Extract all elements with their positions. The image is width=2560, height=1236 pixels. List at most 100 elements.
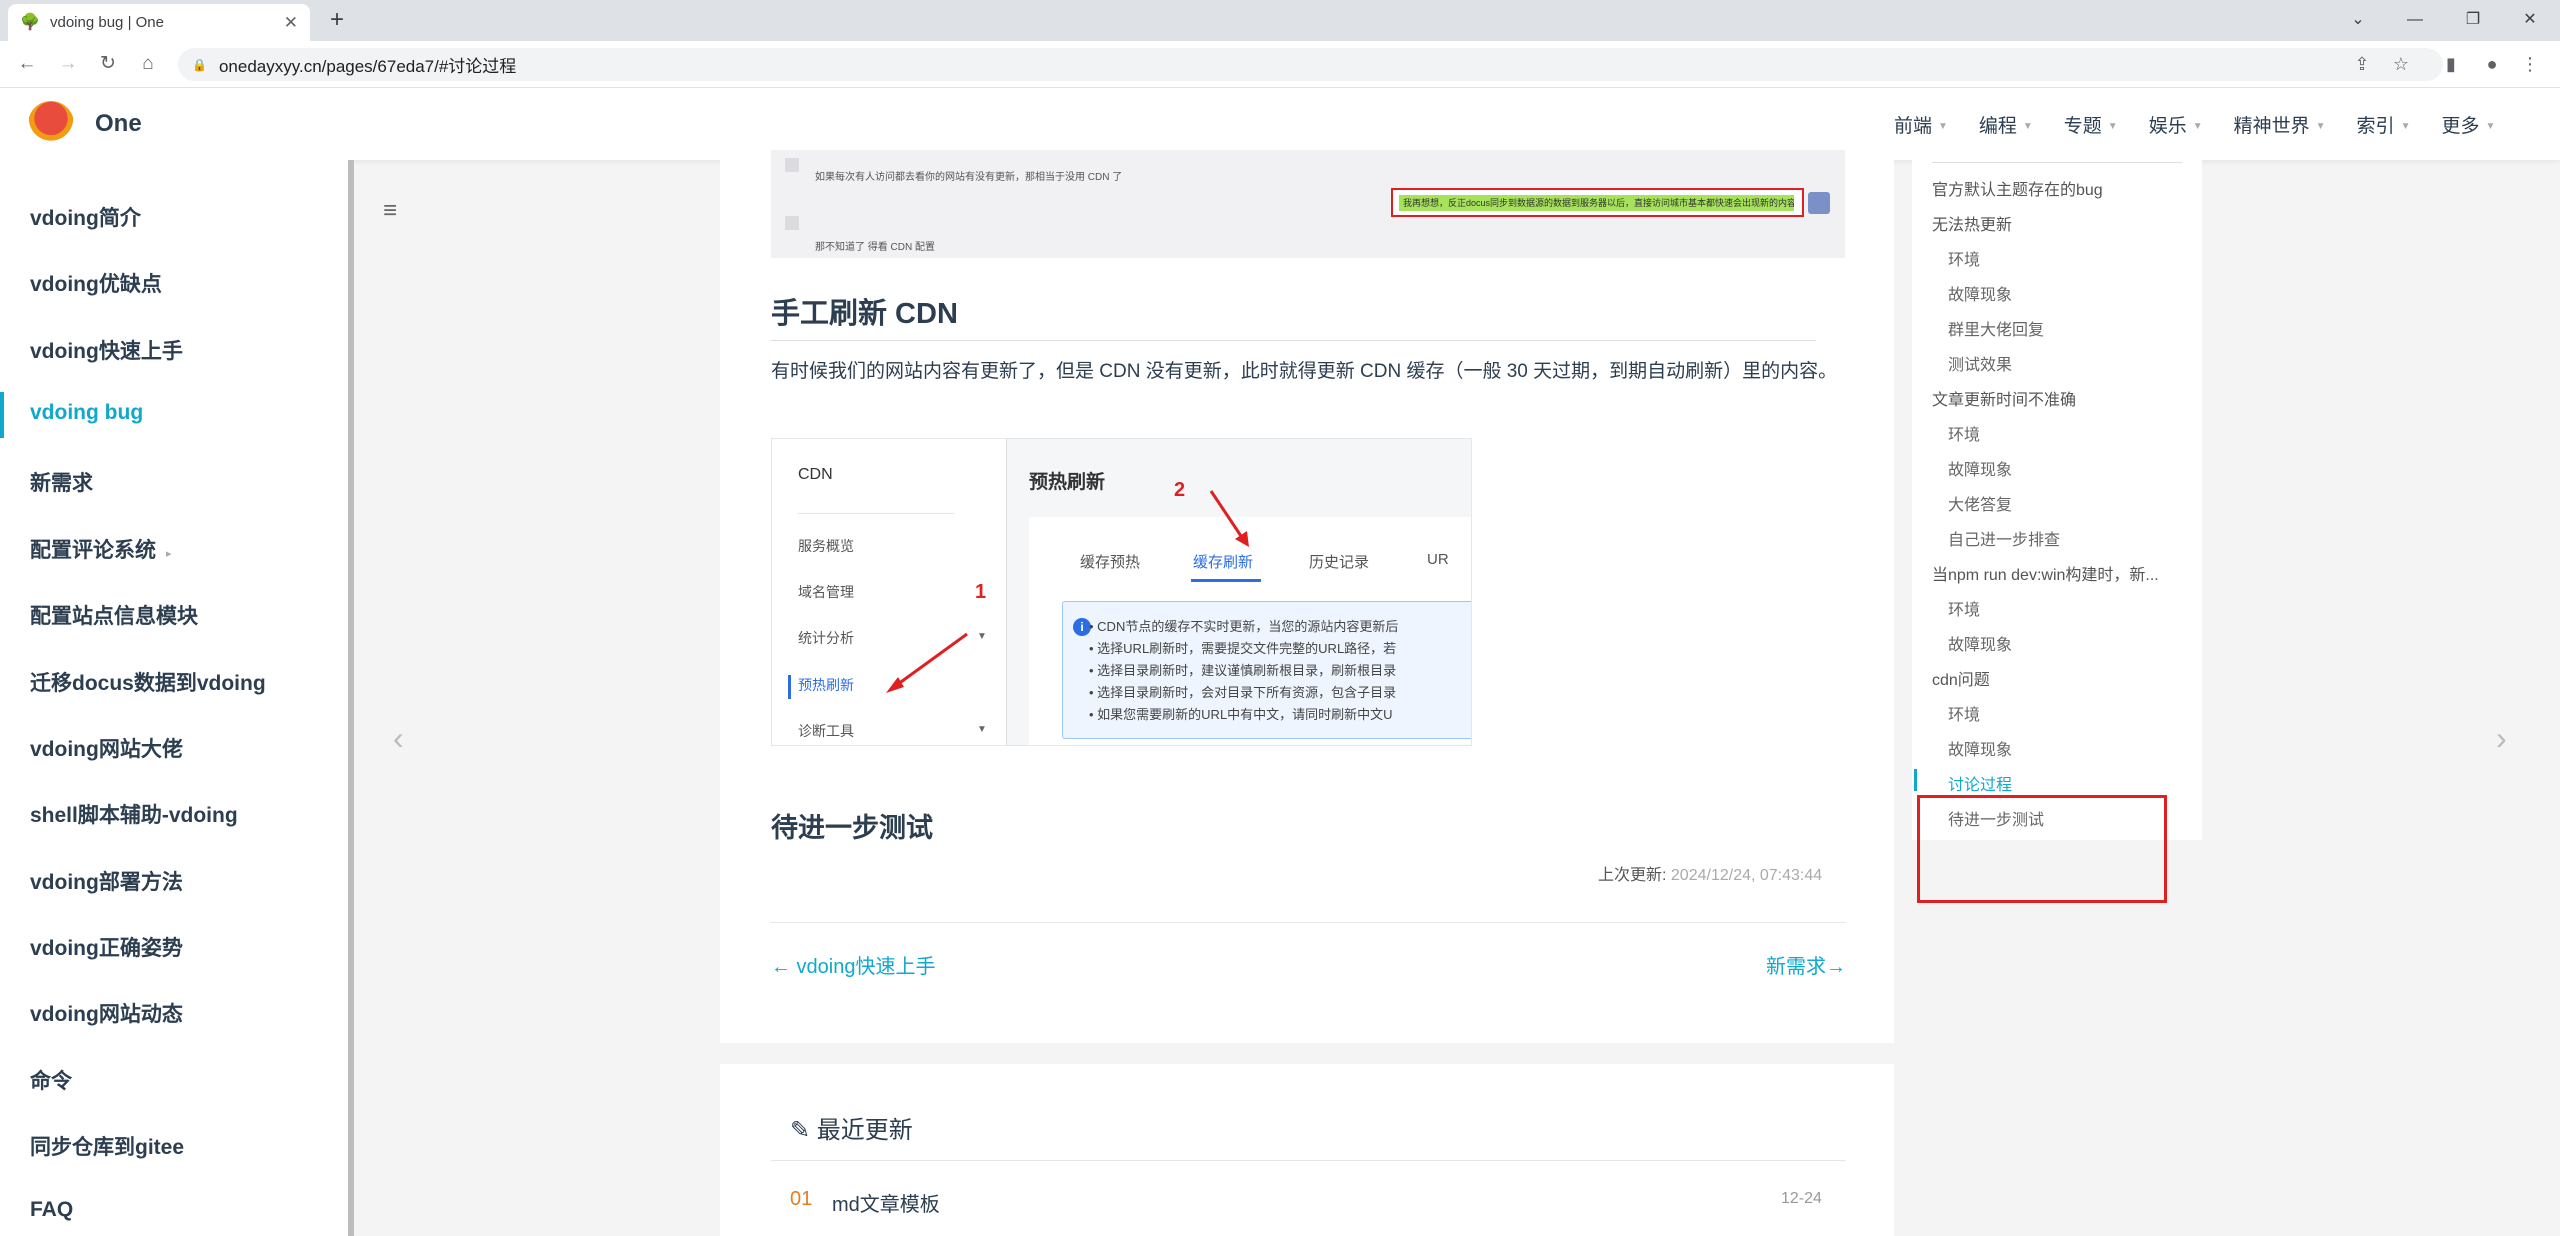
sidebar-item-new-requirements[interactable]: 新需求 [30,467,93,497]
sidebar-item-commands[interactable]: 命令 [30,1065,72,1095]
cdn-side-item: 域名管理 [798,584,854,600]
home-icon[interactable]: ⌂ [135,52,161,76]
section-paragraph: 有时候我们的网站内容有更新了，但是 CDN 没有更新，此时就得更新 CDN 缓存… [771,361,1838,382]
nav-item-programming[interactable]: 编程 ▼ [1979,111,2033,138]
chat-screenshot-image: 如果每次有人访问都去看你的网站有没有更新，那相当于没用 CDN 了 我再想想，反… [771,150,1845,258]
annotation-marker: 2 [1174,479,1186,501]
toc-item[interactable]: 文章更新时间不准确 [1932,386,2076,410]
chevron-down-icon: ▼ [1937,120,1948,132]
nav-item-index[interactable]: 索引 ▼ [2357,111,2411,138]
sidebar-item-correct-usage[interactable]: vdoing正确姿势 [30,932,183,962]
cdn-side-item: 诊断工具 [798,723,854,739]
prev-article-link[interactable]: ← vdoing快速上手 [771,950,936,979]
toc-item[interactable]: 环境 [1948,701,1980,725]
recent-item-title[interactable]: md文章模板 [832,1188,940,1217]
sidebar-item-news[interactable]: vdoing网站动态 [30,998,183,1028]
sidebar-item-gitee[interactable]: 同步仓库到gitee [30,1131,184,1161]
chevron-down-icon: ▼ [2107,120,2118,132]
sidebar-item-vdoing-bug[interactable]: vdoing bug [30,401,143,425]
sidebar-item-pros-cons[interactable]: vdoing优缺点 [30,268,162,298]
section-heading: 待进一步测试 [771,813,933,843]
forward-icon[interactable]: → [55,52,81,76]
tab-close-icon[interactable]: ✕ [284,13,298,33]
sidebar-item-experts[interactable]: vdoing网站大佬 [30,733,183,763]
highlighted-chat-message: 我再想想，反正docus同步到数据源的数据到服务器以后，直接访问城市基本都快速会… [1391,188,1804,217]
toc-item[interactable]: 故障现象 [1948,736,2012,760]
toc-item[interactable]: 环境 [1948,421,1980,445]
share-icon[interactable]: ⇪ [2348,52,2376,76]
prev-page-arrow-icon[interactable]: ‹ [393,720,404,757]
profile-avatar-icon[interactable]: ● [2478,52,2506,76]
sidebar-toggle-icon[interactable]: ≡ [383,197,397,225]
chevron-down-icon: ▼ [2485,120,2496,132]
cdn-side-item: 服务概览 [798,538,854,554]
toc-item[interactable]: 环境 [1948,596,1980,620]
tab-search-icon[interactable]: ⌄ [2340,6,2376,34]
cdn-sidebar: CDN 服务概览 域名管理 统计分析 ▼ 预热刷新 诊断工具 ▼ 1 [772,439,1007,745]
toc-item-active[interactable]: 讨论过程 [1948,771,2012,795]
nav-item-more[interactable]: 更多 ▼ [2441,111,2495,138]
toc-item[interactable]: 故障现象 [1948,281,2012,305]
browser-menu-icon[interactable]: ⋮ [2516,52,2544,76]
chevron-down-icon: ▼ [2315,120,2326,132]
site-favicon-icon: 🌳 [20,13,40,31]
toc-item[interactable]: 官方默认主题存在的bug [1932,176,2103,200]
bookmark-star-icon[interactable]: ☆ [2387,52,2415,76]
cdn-side-item-active: 预热刷新 [798,677,854,693]
toc-item[interactable]: 大佬答复 [1948,491,2012,515]
toc-item[interactable]: 测试效果 [1948,351,2012,375]
cdn-main-title: 预热刷新 [1029,472,1106,493]
annotation-highlight-box [1917,795,2167,903]
nav-item-frontend[interactable]: 前端 ▼ [1894,111,1948,138]
sidebar-item-comments[interactable]: 配置评论系统 ▸ [30,534,172,564]
back-icon[interactable]: ← [14,52,40,76]
site-logo-icon[interactable] [28,101,74,147]
toc-item[interactable]: 环境 [1948,246,1980,270]
toc-item[interactable]: 无法热更新 [1932,211,2012,235]
nav-item-topics[interactable]: 专题 ▼ [2064,111,2118,138]
next-page-arrow-icon[interactable]: › [2496,720,2507,757]
browser-tab-strip: 🌳 vdoing bug | One ✕ + ⌄ — ❐ ✕ [0,0,2560,41]
cdn-info-box: i • CDN节点的缓存不实时更新，当您的源站内容更新后 • 选择URL刷新时，… [1062,601,1471,739]
sidebar-item-intro[interactable]: vdoing简介 [30,202,141,232]
cdn-tab: UR [1427,551,1449,568]
sidebar-item-shell[interactable]: shell脚本辅助-vdoing [30,799,238,829]
nav-item-spirit[interactable]: 精神世界 ▼ [2234,111,2326,138]
recent-item-number: 01 [790,1188,813,1210]
chat-message: 我再想想，反正docus同步到数据源的数据到服务器以后，直接访问城市基本都快速会… [1399,195,1794,211]
sidebar-item-deploy[interactable]: vdoing部署方法 [30,866,183,896]
minimize-button[interactable]: — [2397,6,2433,34]
chevron-right-icon: ▸ [166,548,172,560]
maximize-button[interactable]: ❐ [2455,6,2491,34]
lock-icon: 🔒 [192,57,207,72]
url-field[interactable]: 🔒 onedayxyy.cn/pages/67eda7/#讨论过程 [178,48,2443,81]
address-toolbar: ← → ↻ ⌂ 🔒 onedayxyy.cn/pages/67eda7/#讨论过… [0,41,2560,88]
pencil-icon: ✎ [790,1117,811,1144]
toc-item[interactable]: cdn问题 [1932,666,1990,690]
new-tab-button[interactable]: + [323,6,351,34]
cdn-side-title: CDN [798,466,833,483]
reload-icon[interactable]: ↻ [95,52,121,76]
side-panel-icon[interactable]: ▮ [2437,52,2465,76]
site-name[interactable]: One [95,110,142,138]
chevron-down-icon: ▼ [2192,120,2203,132]
chat-message: 那不知道了 得看 CDN 配置 [815,242,935,253]
sidebar-item-faq[interactable]: FAQ [30,1198,73,1222]
sidebar-item-quickstart[interactable]: vdoing快速上手 [30,335,183,365]
next-article-link[interactable]: 新需求→ [1766,950,1846,979]
chevron-down-icon: ▼ [977,631,987,642]
toc-item[interactable]: 当npm run dev:win构建时，新... [1932,561,2159,585]
avatar [1808,192,1830,214]
close-window-button[interactable]: ✕ [2512,6,2548,34]
url-text: onedayxyy.cn/pages/67eda7/#讨论过程 [218,57,517,76]
toc-item[interactable]: 群里大佬回复 [1948,316,2044,340]
toc-item[interactable]: 自己进一步排查 [1948,526,2060,550]
nav-item-fun[interactable]: 娱乐 ▼ [2149,111,2203,138]
sidebar-item-site-info[interactable]: 配置站点信息模块 [30,600,198,630]
toc-item[interactable]: 故障现象 [1948,456,2012,480]
sidebar-item-migrate[interactable]: 迁移docus数据到vdoing [30,667,266,697]
browser-tab[interactable]: 🌳 vdoing bug | One ✕ [8,4,310,41]
toc-item[interactable]: 故障现象 [1948,631,2012,655]
avatar [785,216,799,230]
divider [771,922,1846,923]
